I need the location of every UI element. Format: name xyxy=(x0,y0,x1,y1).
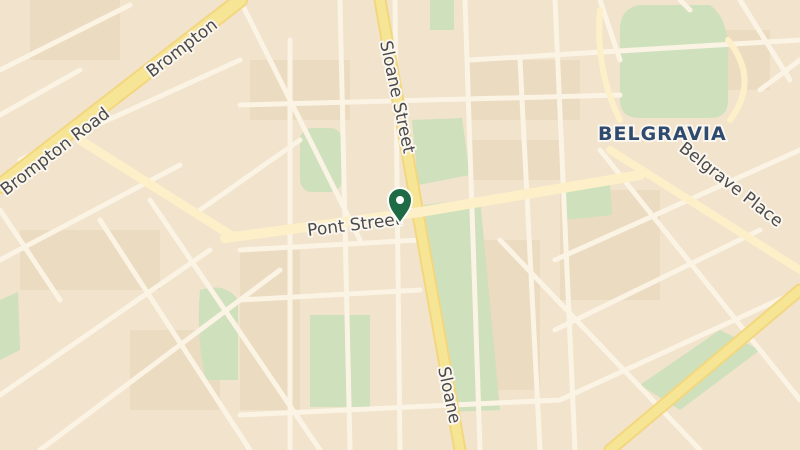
garden-north xyxy=(430,0,454,30)
garden-edge xyxy=(0,292,20,360)
map-canvas[interactable]: Brompton Road Brompton Sloane Street Slo… xyxy=(0,0,800,450)
garden-south xyxy=(310,315,370,407)
map-view[interactable]: Brompton Road Brompton Sloane Street Slo… xyxy=(0,0,800,450)
district-label: BELGRAVIA xyxy=(598,123,727,145)
cadogan-place-garden-north xyxy=(412,118,470,185)
belgrave-square-garden xyxy=(620,5,728,118)
